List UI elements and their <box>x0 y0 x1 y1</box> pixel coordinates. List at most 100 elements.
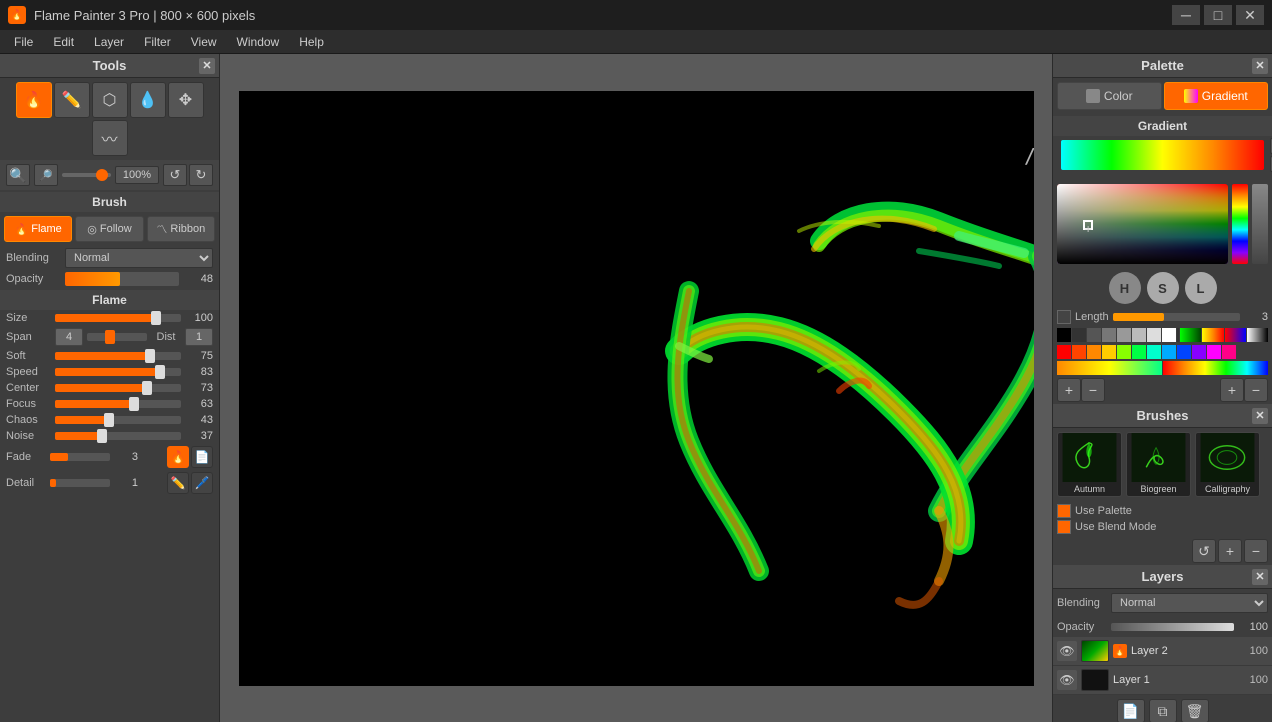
menu-help[interactable]: Help <box>289 33 334 51</box>
swatch-skyblue[interactable] <box>1162 345 1176 359</box>
span-slider[interactable] <box>87 333 147 341</box>
close-button[interactable]: ✕ <box>1236 5 1264 25</box>
zoom-thumb[interactable] <box>96 169 108 181</box>
brush-mode-ribbon[interactable]: 〽 Ribbon <box>147 216 215 242</box>
layer-new-btn[interactable]: 📄 <box>1117 699 1145 722</box>
gradient-preset-4[interactable] <box>1247 328 1268 342</box>
length-slider[interactable] <box>1113 313 1240 321</box>
canvas[interactable]: / <box>239 91 1034 686</box>
menu-layer[interactable]: Layer <box>84 33 134 51</box>
layers-opacity-slider[interactable] <box>1111 623 1234 631</box>
color-hue-spectrum[interactable]: + <box>1057 184 1228 264</box>
swatch-dark[interactable] <box>1072 328 1086 342</box>
layer-2-eye[interactable]: 👁 <box>1057 641 1077 661</box>
grad-preset-b[interactable] <box>1163 361 1268 375</box>
fade-icon-2[interactable]: 📄 <box>191 446 213 468</box>
swatch-gray[interactable] <box>1117 328 1131 342</box>
use-palette-checkbox[interactable] <box>1057 504 1071 518</box>
fade-icon-1[interactable]: 🔥 <box>167 446 189 468</box>
center-slider[interactable] <box>55 384 181 392</box>
grad-preset-a[interactable] <box>1057 361 1162 375</box>
zoom-in-button[interactable]: 🔎 <box>34 164 58 186</box>
size-thumb[interactable] <box>151 311 161 325</box>
swatch-yellow[interactable] <box>1102 345 1116 359</box>
tool-lasso[interactable]: ⬡ <box>92 82 128 118</box>
layer-delete-btn[interactable]: 🗑 <box>1181 699 1209 722</box>
swatch-silver[interactable] <box>1147 328 1161 342</box>
swatch-orange[interactable] <box>1087 345 1101 359</box>
swatch-lime[interactable] <box>1117 345 1131 359</box>
swatch-pink[interactable] <box>1222 345 1236 359</box>
layer-duplicate-btn[interactable]: ⧉ <box>1149 699 1177 722</box>
menu-view[interactable]: View <box>181 33 227 51</box>
brush-biogreen[interactable]: Biogreen <box>1126 432 1191 497</box>
brush-mode-follow[interactable]: ◎ Follow <box>75 216 143 242</box>
soft-thumb[interactable] <box>145 349 155 363</box>
focus-thumb[interactable] <box>129 397 139 411</box>
color-mode-btn[interactable]: Color <box>1057 82 1162 110</box>
swatch-white[interactable] <box>1162 328 1176 342</box>
detail-slider[interactable] <box>50 479 110 487</box>
zoom-redo-button[interactable]: ↻ <box>189 164 213 186</box>
gradient-bar[interactable] <box>1061 140 1264 170</box>
zoom-slider[interactable] <box>62 173 111 177</box>
swatch-remove2-btn[interactable]: − <box>1244 378 1268 402</box>
menu-edit[interactable]: Edit <box>43 33 84 51</box>
swatch-green[interactable] <box>1132 345 1146 359</box>
speed-thumb[interactable] <box>155 365 165 379</box>
menu-window[interactable]: Window <box>227 33 290 51</box>
swatch-redorange[interactable] <box>1072 345 1086 359</box>
noise-slider[interactable] <box>55 432 181 440</box>
color-picker-area[interactable]: + <box>1057 184 1268 264</box>
menu-file[interactable]: File <box>4 33 43 51</box>
layer-item-2[interactable]: 👁 🔥 Layer 2 100 <box>1053 637 1272 666</box>
swatch-darkgray[interactable] <box>1087 328 1101 342</box>
size-slider[interactable] <box>55 314 181 322</box>
opacity-slider[interactable] <box>65 272 179 286</box>
chaos-slider[interactable] <box>55 416 181 424</box>
swatch-blue[interactable] <box>1177 345 1191 359</box>
swatch-black[interactable] <box>1057 328 1071 342</box>
span-thumb[interactable] <box>105 330 115 344</box>
swatch-midgray[interactable] <box>1102 328 1116 342</box>
saturation-slider[interactable] <box>1252 184 1268 264</box>
l-button[interactable]: L <box>1185 272 1217 304</box>
brush-add-btn[interactable]: + <box>1218 539 1242 563</box>
blending-select[interactable]: Normal Multiply Screen Overlay <box>65 248 213 268</box>
canvas-area[interactable]: / <box>220 54 1052 722</box>
detail-icon-1[interactable]: ✏️ <box>167 472 189 494</box>
minimize-button[interactable]: ─ <box>1172 5 1200 25</box>
detail-icon-2[interactable]: 🖊️ <box>191 472 213 494</box>
focus-slider[interactable] <box>55 400 181 408</box>
tool-pen[interactable]: ✏️ <box>54 82 90 118</box>
zoom-out-button[interactable]: 🔍 <box>6 164 30 186</box>
gradient-preset-1[interactable] <box>1180 328 1201 342</box>
maximize-button[interactable]: □ <box>1204 5 1232 25</box>
swatch-lightgray[interactable] <box>1132 328 1146 342</box>
gradient-preset-3[interactable] <box>1225 328 1246 342</box>
swatch-remove-btn[interactable]: − <box>1081 378 1105 402</box>
layers-panel-close[interactable]: ✕ <box>1252 569 1268 585</box>
gradient-preset-2[interactable] <box>1202 328 1223 342</box>
swatch-red[interactable] <box>1057 345 1071 359</box>
tool-wave[interactable]: 〰 <box>92 120 128 156</box>
gradient-editor[interactable]: ⬆ ⬇ <box>1057 138 1268 172</box>
noise-thumb[interactable] <box>97 429 107 443</box>
brush-calligraphy[interactable]: Calligraphy <box>1195 432 1260 497</box>
chaos-thumb[interactable] <box>104 413 114 427</box>
brushes-panel-close[interactable]: ✕ <box>1252 408 1268 424</box>
zoom-reset-button[interactable]: ↺ <box>163 164 187 186</box>
palette-panel-close[interactable]: ✕ <box>1252 58 1268 74</box>
speed-slider[interactable] <box>55 368 181 376</box>
tool-flame[interactable]: 🔥 <box>16 82 52 118</box>
gradient-mode-btn[interactable]: Gradient <box>1164 82 1269 110</box>
use-blend-checkbox[interactable] <box>1057 520 1071 534</box>
brush-refresh-btn[interactable]: ↺ <box>1192 539 1216 563</box>
swatch-add2-btn[interactable]: + <box>1220 378 1244 402</box>
swatch-add-btn[interactable]: + <box>1057 378 1081 402</box>
swatch-teal[interactable] <box>1147 345 1161 359</box>
brush-remove-btn[interactable]: − <box>1244 539 1268 563</box>
s-button[interactable]: S <box>1147 272 1179 304</box>
length-checkbox[interactable] <box>1057 310 1071 324</box>
brush-autumn[interactable]: Autumn <box>1057 432 1122 497</box>
